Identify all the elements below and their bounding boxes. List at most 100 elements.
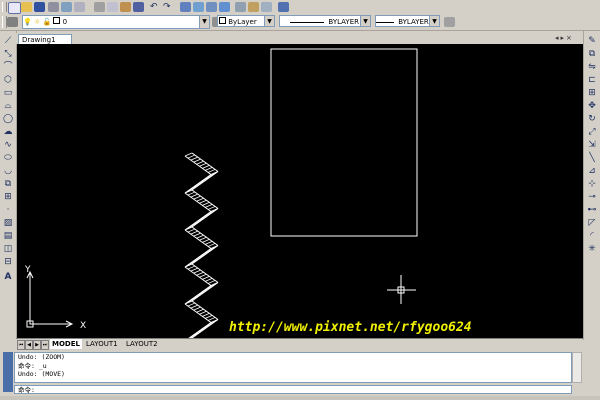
copy-icon[interactable] — [107, 2, 118, 12]
zoom-window-icon[interactable] — [206, 2, 217, 12]
open-icon[interactable] — [21, 2, 32, 12]
revision-cloud-icon[interactable]: ☁ — [2, 126, 14, 138]
hatch-line — [199, 162, 207, 167]
hatch-line — [207, 280, 216, 284]
spline-icon[interactable]: ∿ — [2, 139, 14, 151]
stair-edge — [191, 208, 219, 228]
break-at-point-icon[interactable]: ⊹ — [586, 178, 598, 190]
trim-icon[interactable]: ╲ — [586, 152, 598, 164]
make-block-icon[interactable]: ⊞ — [2, 191, 14, 203]
color-control-dropdown[interactable]: ByLayer ▼ — [217, 15, 275, 27]
explode-icon[interactable]: ✳ — [586, 243, 598, 255]
layer-dropdown[interactable]: 💡 ☼ 🔓 0 ▼ — [22, 15, 210, 29]
erase-icon[interactable]: ✎ — [586, 35, 598, 47]
chamfer-icon[interactable]: ◸ — [586, 217, 598, 229]
tab-layout2[interactable]: LAYOUT2 — [124, 339, 160, 349]
hatch-line — [196, 160, 204, 165]
rectangle-icon[interactable]: ▭ — [2, 87, 14, 99]
polyline-icon[interactable]: ⌒ — [2, 61, 14, 73]
last-tab-icon[interactable]: ⏭ — [41, 340, 49, 350]
zoom-previous-icon[interactable] — [219, 2, 230, 12]
command-history-scrollbar[interactable] — [572, 352, 582, 383]
offset-icon[interactable]: ⊏ — [586, 74, 598, 86]
circle-icon[interactable]: ◯ — [2, 113, 14, 125]
layer-lock-icon: 🔓 — [42, 18, 52, 26]
fillet-icon[interactable]: ◜ — [586, 230, 598, 242]
table-icon[interactable]: ⊟ — [2, 256, 14, 268]
point-icon[interactable]: · — [2, 204, 14, 216]
layer-name: 0 — [62, 18, 68, 26]
drawn-rectangle[interactable] — [270, 48, 418, 237]
tool-palettes-icon[interactable] — [261, 2, 272, 12]
save-icon[interactable] — [34, 2, 45, 12]
color-value: ByLayer — [228, 18, 257, 26]
zigzag-stair-drawing[interactable] — [184, 152, 219, 338]
pan-icon[interactable] — [180, 2, 191, 12]
chevron-down-icon[interactable]: ▼ — [199, 16, 209, 28]
chevron-down-icon[interactable]: ▼ — [360, 16, 370, 26]
first-tab-icon[interactable]: ⏮ — [17, 340, 25, 350]
toolbar-grip[interactable] — [2, 2, 7, 12]
command-input[interactable]: 命令: — [14, 385, 572, 394]
command-window-titlebar[interactable] — [3, 352, 13, 392]
mirror-icon[interactable]: ⇋ — [586, 61, 598, 73]
join-icon[interactable]: ⊷ — [586, 204, 598, 216]
polygon-icon[interactable]: ⬡ — [2, 74, 14, 86]
zoom-realtime-icon[interactable] — [193, 2, 204, 12]
tab-model[interactable]: MODEL — [50, 339, 82, 349]
extend-icon[interactable]: ⊿ — [586, 165, 598, 177]
designcenter-icon[interactable] — [248, 2, 259, 12]
cut-icon[interactable] — [94, 2, 105, 12]
prev-tab-icon[interactable]: ◀ — [25, 340, 33, 350]
copy-object-icon[interactable]: ⧉ — [586, 48, 598, 60]
plot-preview-icon[interactable] — [61, 2, 72, 12]
chevron-down-icon[interactable]: ▼ — [264, 16, 274, 26]
publish-icon[interactable] — [74, 2, 85, 12]
stair-edge — [184, 174, 212, 194]
undo-icon[interactable]: ↶ — [150, 2, 161, 12]
linetype-control-dropdown[interactable]: BYLAYER ▼ — [279, 15, 371, 27]
lineweight-control-dropdown[interactable]: BYLAYER ▼ — [375, 15, 440, 27]
help-icon[interactable] — [278, 2, 289, 12]
match-properties-icon[interactable] — [133, 2, 144, 12]
hatch-line — [196, 271, 204, 276]
gradient-icon[interactable]: ▤ — [2, 230, 14, 242]
tab-layout1[interactable]: LAYOUT1 — [84, 339, 120, 349]
close-icon[interactable]: × — [566, 34, 574, 42]
arc-icon[interactable]: ⌓ — [2, 100, 14, 112]
hatch-icon[interactable]: ▨ — [2, 217, 14, 229]
scale-icon[interactable]: ⤢ — [586, 126, 598, 138]
array-icon[interactable]: ⊞ — [586, 87, 598, 99]
stair-edge — [184, 229, 212, 249]
paste-icon[interactable] — [120, 2, 131, 12]
multiline-text-icon[interactable]: A — [2, 271, 14, 283]
properties-icon[interactable] — [235, 2, 246, 12]
plot-style-icon[interactable] — [444, 17, 455, 27]
draw-toolbar: ⟋ ⤡ ⌒ ⬡ ▭ ⌓ ◯ ☁ ∿ ⬭ ◡ ⧉ ⊞ · ▨ ▤ ◫ ⊟ A — [0, 31, 17, 340]
ellipse-icon[interactable]: ⬭ — [2, 152, 14, 164]
stair-edge — [191, 152, 219, 172]
drawing-tab-bar — [16, 33, 583, 44]
ellipse-arc-icon[interactable]: ◡ — [2, 165, 14, 177]
hatch-line — [193, 306, 201, 311]
hatch-line — [193, 158, 201, 163]
print-icon[interactable] — [48, 2, 59, 12]
construction-line-icon[interactable]: ⤡ — [2, 48, 14, 60]
drawing-tab[interactable]: Drawing1 — [18, 34, 72, 44]
stretch-icon[interactable]: ⇲ — [586, 139, 598, 151]
layer-color-swatch — [53, 17, 61, 24]
region-icon[interactable]: ◫ — [2, 243, 14, 255]
break-icon[interactable]: ⊸ — [586, 191, 598, 203]
redo-icon[interactable]: ↷ — [163, 2, 174, 12]
next-tab-icon[interactable]: ▶ — [33, 340, 41, 350]
hatch-line — [187, 302, 196, 307]
rotate-icon[interactable]: ↻ — [586, 113, 598, 125]
move-icon[interactable]: ✥ — [586, 100, 598, 112]
new-icon[interactable] — [8, 2, 21, 14]
layer-manager-icon[interactable] — [7, 17, 18, 27]
insert-block-icon[interactable]: ⧉ — [2, 178, 14, 190]
chevron-down-icon[interactable]: ▼ — [429, 16, 439, 26]
model-space-canvas[interactable]: Y X http://www.pixnet.net/rfygoo624 — [17, 44, 583, 338]
line-icon[interactable]: ⟋ — [2, 35, 14, 47]
hatch-line — [202, 238, 210, 243]
